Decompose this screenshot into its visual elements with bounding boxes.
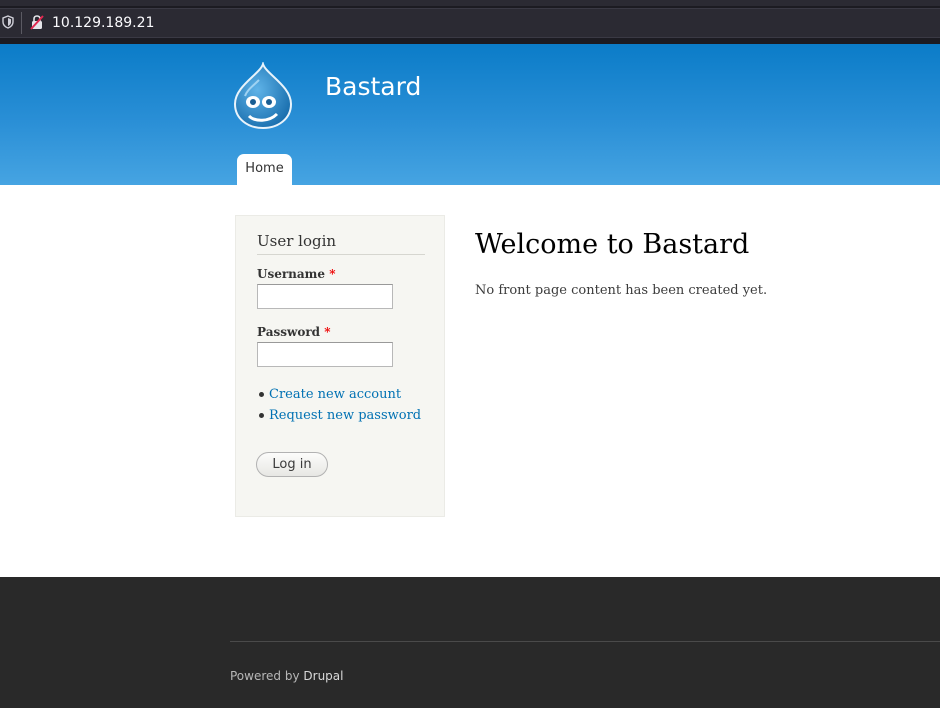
block-title: User login	[257, 232, 337, 250]
nav-tab-home[interactable]: Home	[237, 154, 292, 185]
username-label: Username *	[257, 267, 335, 281]
bullet-icon	[259, 413, 264, 418]
username-input[interactable]	[257, 284, 393, 309]
username-label-text: Username	[257, 267, 326, 281]
browser-toolbar: 10.129.189.21	[0, 0, 940, 44]
block-divider	[257, 254, 425, 255]
site-footer: Powered by Drupal	[0, 577, 940, 708]
create-account-link[interactable]: Create new account	[269, 387, 401, 402]
drupal-logo[interactable]	[233, 62, 293, 130]
password-input[interactable]	[257, 342, 393, 367]
list-item: Request new password	[257, 407, 421, 428]
list-item: Create new account	[257, 386, 421, 407]
tab-strip	[0, 0, 940, 6]
password-label: Password *	[257, 325, 331, 339]
request-password-link[interactable]: Request new password	[269, 408, 421, 423]
powered-by-text: Powered by	[230, 669, 300, 683]
front-page-message: No front page content has been created y…	[475, 283, 768, 298]
password-label-text: Password	[257, 325, 321, 339]
url-separator	[21, 12, 22, 34]
login-links: Create new account Request new password	[257, 386, 421, 428]
site-name[interactable]: Bastard	[325, 72, 421, 101]
powered-by: Powered by Drupal	[230, 669, 343, 683]
insecure-lock-icon[interactable]	[29, 14, 45, 30]
page-title: Welcome to Bastard	[475, 229, 750, 260]
required-marker: *	[329, 267, 336, 281]
bullet-icon	[259, 392, 264, 397]
required-marker: *	[324, 325, 331, 339]
drupal-link[interactable]: Drupal	[303, 669, 343, 683]
footer-divider	[230, 641, 940, 642]
shield-icon[interactable]	[2, 15, 14, 29]
url-text[interactable]: 10.129.189.21	[52, 14, 154, 32]
user-login-block: User login Username * Password * Create …	[235, 215, 445, 517]
log-in-button[interactable]: Log in	[256, 452, 328, 477]
site-header	[0, 44, 940, 185]
